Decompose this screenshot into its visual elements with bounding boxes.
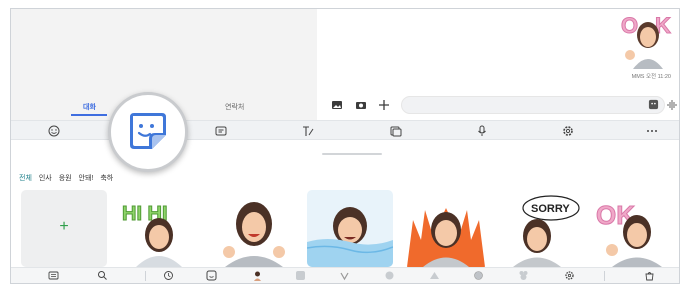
divider: [604, 271, 605, 281]
search-icon[interactable]: [97, 270, 108, 281]
settings-icon[interactable]: [564, 270, 575, 281]
pack-icon[interactable]: [473, 270, 484, 281]
message-meta: MMS 오전 11:20: [631, 74, 671, 80]
drag-handle[interactable]: [322, 153, 382, 155]
category-greeting[interactable]: 인사: [39, 175, 52, 182]
sent-sticker-ok[interactable]: O K: [619, 11, 677, 69]
sticker-thumbs-up-art: [223, 202, 285, 267]
sticker-panel: 전체 인사 응원 안돼! 축하 + HI HI SORRY OK: [11, 140, 679, 267]
clipboard-icon[interactable]: [389, 124, 403, 138]
category-all[interactable]: 전체: [19, 175, 32, 182]
sticker-angry[interactable]: [403, 190, 489, 267]
sticker-icon: [130, 113, 166, 149]
camera-icon[interactable]: [355, 99, 367, 111]
voice-icon[interactable]: [667, 99, 677, 111]
sticker-category-list: 전체 인사 응원 안돼! 축하: [19, 173, 118, 183]
settings-icon[interactable]: [561, 124, 575, 138]
sticker-crying[interactable]: [307, 190, 393, 267]
sticker-thumbs-up[interactable]: [211, 190, 297, 267]
sticker-hi[interactable]: HI HI: [116, 190, 202, 267]
add-icon[interactable]: [378, 99, 390, 111]
sticker-icon[interactable]: [648, 99, 659, 110]
sticker-button-callout[interactable]: [108, 92, 188, 172]
sticker-ok-art: OK: [596, 200, 662, 267]
pack-icon[interactable]: [295, 270, 306, 281]
sticker-hi-art: HI HI: [122, 203, 182, 267]
tab-contacts[interactable]: 연락처: [225, 102, 244, 112]
gallery-icon[interactable]: [331, 99, 343, 111]
divider: [145, 271, 146, 281]
svg-text:SORRY: SORRY: [531, 203, 570, 215]
pack-icon[interactable]: [339, 270, 350, 281]
mic-icon[interactable]: [475, 124, 489, 138]
sticker-ok[interactable]: OK: [594, 190, 679, 267]
emoji-icon[interactable]: [47, 124, 61, 138]
tab-chats-indicator: [71, 114, 107, 116]
tab-chats[interactable]: 대화: [83, 102, 96, 112]
pack-icon[interactable]: [384, 270, 395, 281]
sticker-angry-art: [407, 208, 485, 267]
svg-text:O: O: [621, 13, 638, 38]
keyboard-icon[interactable]: [48, 270, 59, 281]
add-sticker-button[interactable]: +: [21, 190, 107, 267]
message-composer: [317, 93, 679, 117]
store-icon[interactable]: [644, 270, 655, 281]
category-cheer[interactable]: 응원: [59, 175, 72, 182]
gif-icon[interactable]: [214, 124, 228, 138]
recent-icon[interactable]: [163, 270, 174, 281]
app-window: 대화 연락처 O K MMS 오전 11:20 전체 인사 응원 안돼! 축하 …: [10, 8, 680, 284]
category-no[interactable]: 안돼!: [79, 175, 94, 182]
avatar-icon[interactable]: [252, 270, 263, 281]
conversation-panel: O K MMS 오전 11:20: [317, 9, 679, 120]
sticker-pack-bar: [11, 267, 679, 283]
sticker-sorry-art: SORRY: [513, 195, 580, 267]
category-congrats[interactable]: 축하: [100, 175, 113, 182]
add-icon: +: [59, 218, 69, 235]
sticker-pack-icon[interactable]: [206, 270, 217, 281]
handwriting-icon[interactable]: [301, 124, 315, 138]
message-input[interactable]: [401, 96, 665, 114]
pack-icon[interactable]: [429, 270, 440, 281]
pack-icon[interactable]: [518, 270, 529, 281]
more-icon[interactable]: [645, 124, 659, 138]
sticker-sorry[interactable]: SORRY: [499, 190, 585, 267]
sticker-crying-art: [307, 207, 393, 267]
